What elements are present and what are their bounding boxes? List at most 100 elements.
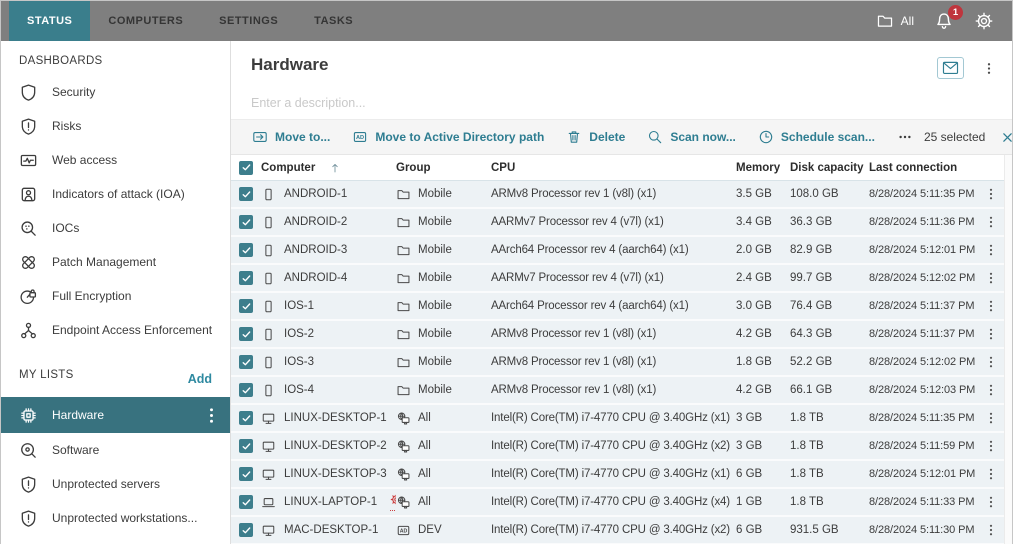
tab-tasks[interactable]: TASKS: [296, 1, 371, 41]
sidebar-item-unprotected-workstations[interactable]: Unprotected workstations...: [1, 501, 230, 535]
tab-settings[interactable]: SETTINGS: [201, 1, 296, 41]
close-selection-icon[interactable]: [1001, 131, 1013, 144]
add-list-link[interactable]: Add: [188, 372, 212, 386]
group-name: Mobile: [418, 244, 452, 256]
sidebar-item-endpoint-access-enforcement[interactable]: Endpoint Access Enforcement: [1, 313, 230, 347]
row-checkbox[interactable]: [239, 271, 253, 285]
row-menu-kebab-icon[interactable]: [984, 467, 998, 481]
row-menu-kebab-icon[interactable]: [984, 439, 998, 453]
computer-name[interactable]: LINUX-DESKTOP-1: [284, 412, 387, 424]
tab-status[interactable]: STATUS: [9, 1, 90, 41]
sidebar-item-hardware[interactable]: Hardware: [1, 397, 230, 433]
row-menu-kebab-icon[interactable]: [984, 411, 998, 425]
settings-button[interactable]: [974, 11, 994, 31]
table-row[interactable]: ANDROID-4 Mobile AARMv7 Processor rev 4 …: [231, 265, 1004, 293]
sidebar-item-iocs[interactable]: IOCs: [1, 211, 230, 245]
computer-name[interactable]: ANDROID-1: [284, 188, 347, 200]
table-row[interactable]: LINUX-LAPTOP-1 All Intel(R) Core(TM) i7-…: [231, 489, 1004, 517]
column-header-cpu[interactable]: CPU: [491, 162, 736, 174]
table-row[interactable]: MAC-DESKTOP-1 ADDEV Intel(R) Core(TM) i7…: [231, 517, 1004, 544]
table-row[interactable]: LINUX-DESKTOP-2 All Intel(R) Core(TM) i7…: [231, 433, 1004, 461]
row-checkbox[interactable]: [239, 383, 253, 397]
row-checkbox[interactable]: [239, 523, 253, 537]
toolbar-button-scan-now[interactable]: Scan now...: [636, 129, 747, 145]
row-menu-kebab-icon[interactable]: [984, 495, 998, 509]
row-checkbox[interactable]: [239, 467, 253, 481]
column-header-memory[interactable]: Memory: [736, 162, 790, 174]
row-menu-kebab-icon[interactable]: [984, 383, 998, 397]
row-menu-kebab-icon[interactable]: [984, 215, 998, 229]
computer-name[interactable]: ANDROID-4: [284, 272, 347, 284]
more-actions-button[interactable]: [886, 130, 924, 144]
column-header-computer[interactable]: Computer: [261, 162, 396, 174]
description-input[interactable]: [251, 96, 992, 110]
table-row[interactable]: LINUX-DESKTOP-3 All Intel(R) Core(TM) i7…: [231, 461, 1004, 489]
vertical-scrollbar[interactable]: [1004, 155, 1012, 544]
row-menu-kebab-icon[interactable]: [984, 271, 998, 285]
row-menu-kebab-icon[interactable]: [984, 523, 998, 537]
row-menu-kebab-icon[interactable]: [984, 243, 998, 257]
select-all-checkbox[interactable]: [239, 161, 253, 175]
cpu-value: Intel(R) Core(TM) i7-4770 CPU @ 3.40GHz …: [491, 412, 736, 424]
row-checkbox[interactable]: [239, 215, 253, 229]
column-header-last-connection[interactable]: Last connection: [869, 162, 977, 174]
table-row[interactable]: IOS-3 Mobile ARMv8 Processor rev 1 (v8l)…: [231, 349, 1004, 377]
send-report-button[interactable]: [937, 57, 964, 79]
sidebar-item-indicators-of-attack-ioa[interactable]: Indicators of attack (IOA): [1, 177, 230, 211]
notifications-button[interactable]: 1: [934, 11, 954, 31]
group-name: Mobile: [418, 328, 452, 340]
table-row[interactable]: IOS-4 Mobile ARMv8 Processor rev 1 (v8l)…: [231, 377, 1004, 405]
table-row[interactable]: ANDROID-1 Mobile ARMv8 Processor rev 1 (…: [231, 181, 1004, 209]
tab-computers[interactable]: COMPUTERS: [90, 1, 201, 41]
computer-name[interactable]: IOS-4: [284, 384, 314, 396]
computer-name[interactable]: LINUX-LAPTOP-1: [284, 496, 377, 508]
sidebar-item-software[interactable]: Software: [1, 433, 230, 467]
table-row[interactable]: IOS-2 Mobile ARMv8 Processor rev 1 (v8l)…: [231, 321, 1004, 349]
list-options-kebab-icon[interactable]: [202, 406, 216, 425]
sidebar-item-risks[interactable]: Risks: [1, 109, 230, 143]
row-checkbox[interactable]: [239, 439, 253, 453]
computer-name[interactable]: ANDROID-2: [284, 216, 347, 228]
row-checkbox[interactable]: [239, 495, 253, 509]
toolbar-button-move-to-active-directory-path[interactable]: ADMove to Active Directory path: [341, 129, 555, 145]
toolbar-button-move-to[interactable]: Move to...: [241, 129, 341, 145]
folder-icon: [396, 383, 411, 398]
row-menu-kebab-icon[interactable]: [984, 299, 998, 313]
computer-name[interactable]: MAC-DESKTOP-1: [284, 524, 378, 536]
table-row[interactable]: IOS-1 Mobile AArch64 Processor rev 4 (aa…: [231, 293, 1004, 321]
row-checkbox[interactable]: [239, 243, 253, 257]
memory-value: 2.0 GB: [736, 244, 790, 256]
computer-name[interactable]: IOS-1: [284, 300, 314, 312]
column-header-disk-capacity[interactable]: Disk capacity: [790, 162, 869, 174]
column-header-group[interactable]: Group: [396, 162, 491, 174]
row-menu-kebab-icon[interactable]: [984, 327, 998, 341]
sidebar-item-unprotected-servers[interactable]: Unprotected servers: [1, 467, 230, 501]
computer-name[interactable]: IOS-3: [284, 356, 314, 368]
computer-name[interactable]: IOS-2: [284, 328, 314, 340]
computer-name[interactable]: LINUX-DESKTOP-2: [284, 440, 387, 452]
last-connection-value: 8/28/2024 5:11:36 PM: [869, 216, 977, 228]
group-filter-button[interactable]: All: [876, 12, 914, 30]
sidebar-item-web-access[interactable]: Web access: [1, 143, 230, 177]
row-checkbox[interactable]: [239, 355, 253, 369]
toolbar-button-delete[interactable]: Delete: [555, 129, 636, 145]
toolbar-button-schedule-scan[interactable]: Schedule scan...: [747, 129, 886, 145]
row-menu-kebab-icon[interactable]: [984, 187, 998, 201]
row-menu-kebab-icon[interactable]: [984, 355, 998, 369]
sidebar-item-patch-management[interactable]: Patch Management: [1, 245, 230, 279]
row-checkbox[interactable]: [239, 187, 253, 201]
sidebar-item-security[interactable]: Security: [1, 75, 230, 109]
row-checkbox[interactable]: [239, 327, 253, 341]
computer-name[interactable]: ANDROID-3: [284, 244, 347, 256]
row-checkbox[interactable]: [239, 411, 253, 425]
row-checkbox[interactable]: [239, 299, 253, 313]
computer-name[interactable]: LINUX-DESKTOP-3: [284, 468, 387, 480]
last-connection-value: 8/28/2024 5:11:33 PM: [869, 496, 977, 508]
sidebar-item-full-encryption[interactable]: Full Encryption: [1, 279, 230, 313]
page-menu-kebab-icon[interactable]: [982, 61, 996, 76]
table-row[interactable]: ANDROID-3 Mobile AArch64 Processor rev 4…: [231, 237, 1004, 265]
table-row[interactable]: ANDROID-2 Mobile AARMv7 Processor rev 4 …: [231, 209, 1004, 237]
table-row[interactable]: LINUX-DESKTOP-1 All Intel(R) Core(TM) i7…: [231, 405, 1004, 433]
group-filter-label: All: [901, 14, 914, 28]
shield-alert-icon: [19, 117, 38, 136]
